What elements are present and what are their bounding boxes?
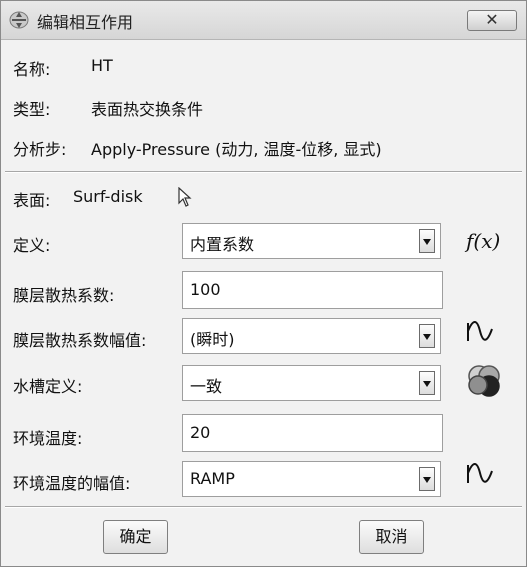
close-button[interactable]: ✕ bbox=[467, 10, 517, 31]
function-icon[interactable]: f(x) bbox=[466, 229, 500, 253]
ok-button[interactable]: 确定 bbox=[103, 520, 168, 554]
type-value: 表面热交换条件 bbox=[91, 100, 204, 119]
sink-amp-label: 环境温度的幅值: bbox=[13, 474, 131, 493]
surface-label: 表面: bbox=[13, 191, 51, 210]
cancel-button[interactable]: 取消 bbox=[359, 520, 424, 554]
separator bbox=[5, 171, 522, 173]
surface-value: Surf-disk bbox=[73, 187, 143, 206]
film-amp-label: 膜层散热系数幅值: bbox=[13, 331, 147, 350]
definition-value: 内置系数 bbox=[190, 235, 255, 254]
definition-select[interactable]: 内置系数 bbox=[182, 223, 441, 259]
name-value: HT bbox=[91, 56, 113, 75]
amplitude-icon[interactable] bbox=[465, 463, 495, 487]
chevron-down-icon[interactable] bbox=[419, 229, 435, 253]
edit-interaction-dialog: 编辑相互作用 ✕ 名称: HT 类型: 表面热交换条件 分析步: Apply-P… bbox=[0, 0, 527, 567]
sink-def-label: 水槽定义: bbox=[13, 377, 83, 396]
sink-def-select[interactable]: 一致 bbox=[182, 365, 441, 401]
app-icon bbox=[9, 11, 29, 29]
analytical-field-icon[interactable] bbox=[464, 363, 504, 399]
film-amp-value: (瞬时) bbox=[190, 330, 235, 349]
film-coeff-input[interactable]: 100 bbox=[182, 271, 443, 309]
type-label: 类型: bbox=[13, 100, 51, 119]
sink-temp-input[interactable]: 20 bbox=[182, 414, 443, 452]
sink-amp-value: RAMP bbox=[190, 469, 235, 488]
chevron-down-icon[interactable] bbox=[419, 467, 435, 491]
step-label: 分析步: bbox=[13, 140, 67, 159]
separator bbox=[5, 506, 522, 508]
film-amp-select[interactable]: (瞬时) bbox=[182, 318, 441, 354]
close-icon: ✕ bbox=[485, 10, 499, 29]
definition-label: 定义: bbox=[13, 236, 51, 255]
chevron-down-icon[interactable] bbox=[419, 324, 435, 348]
sink-temp-label: 环境温度: bbox=[13, 429, 83, 448]
step-value: Apply-Pressure (动力, 温度-位移, 显式) bbox=[91, 140, 382, 159]
name-label: 名称: bbox=[13, 60, 51, 79]
film-coeff-value: 100 bbox=[190, 280, 221, 299]
dialog-title: 编辑相互作用 bbox=[37, 13, 134, 32]
sink-amp-select[interactable]: RAMP bbox=[182, 461, 441, 497]
sink-def-value: 一致 bbox=[190, 377, 223, 396]
film-coeff-label: 膜层散热系数: bbox=[13, 286, 115, 305]
sink-temp-value: 20 bbox=[190, 423, 211, 442]
amplitude-icon[interactable] bbox=[465, 321, 495, 345]
pick-cursor-icon[interactable] bbox=[177, 187, 193, 207]
chevron-down-icon[interactable] bbox=[419, 371, 435, 395]
title-bar: 编辑相互作用 ✕ bbox=[1, 1, 526, 40]
